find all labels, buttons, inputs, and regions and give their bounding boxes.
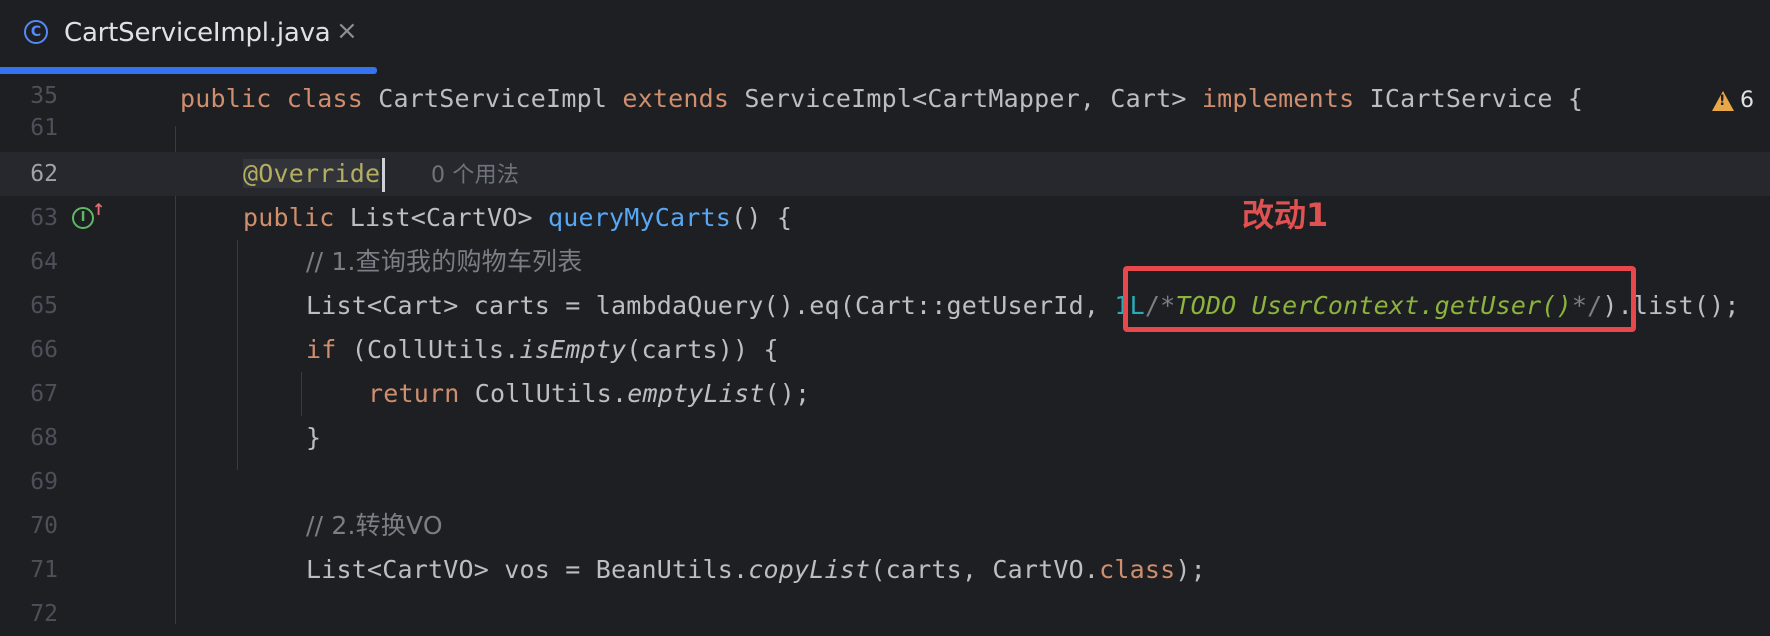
line-number: 71 [30, 557, 58, 583]
code-line-72[interactable]: 72 [0, 592, 1770, 627]
warnings-count: 6 [1740, 88, 1754, 113]
code-content: if (CollUtils.isEmpty(carts)) { [306, 335, 779, 364]
line-number: 70 [30, 513, 58, 539]
code-line-61[interactable]: 61 [0, 114, 1770, 144]
change-callout-label: 改动1 [1242, 196, 1329, 234]
code-line-66[interactable]: 66 if (CollUtils.isEmpty(carts)) { [0, 328, 1770, 372]
code-content: @Override 0 个用法 [243, 152, 519, 198]
line-number: 72 [30, 601, 58, 627]
editor-tab-bar: C CartServiceImpl.java × [0, 0, 1770, 74]
line-number: 66 [30, 337, 58, 363]
code-line-68[interactable]: 68 } [0, 416, 1770, 460]
implements-gutter-icon[interactable]: I [72, 207, 94, 229]
arrow-up-icon: ↑ [92, 200, 106, 219]
code-line-62[interactable]: 62 @Override 0 个用法 [0, 152, 1770, 196]
warnings-indicator[interactable]: ! 6 [1712, 88, 1754, 113]
code-content: } [306, 423, 322, 452]
line-number: 67 [30, 381, 58, 407]
change-highlight-box [1123, 266, 1636, 332]
code-line-63[interactable]: 63 I ↑ public List<CartVO> queryMyCarts(… [0, 196, 1770, 240]
tab-cartserviceimpl[interactable]: C CartServiceImpl.java × [0, 0, 377, 74]
code-content: public List<CartVO> queryMyCarts() { [243, 203, 793, 232]
line-number: 63 [30, 205, 58, 231]
code-line-67[interactable]: 67 return CollUtils.emptyList(); [0, 372, 1770, 416]
code-line-70[interactable]: 70 // 2.转换VO [0, 504, 1770, 548]
line-number: 69 [30, 469, 58, 495]
annotation-token: @Override [243, 159, 381, 188]
line-number: 68 [30, 425, 58, 451]
line-number: 64 [30, 249, 58, 275]
code-line-71[interactable]: 71 List<CartVO> vos = BeanUtils.copyList… [0, 548, 1770, 592]
text-caret [382, 158, 386, 192]
usages-hint: 0 个用法 [431, 163, 520, 188]
active-tab-indicator [0, 67, 377, 74]
code-comment: // 2.转换VO [306, 511, 443, 540]
code-content: List<CartVO> vos = BeanUtils.copyList(ca… [306, 555, 1206, 584]
warning-icon: ! [1712, 91, 1734, 111]
line-number: 61 [30, 115, 58, 141]
code-line-69[interactable]: 69 [0, 460, 1770, 504]
tab-title: CartServiceImpl.java [64, 18, 331, 48]
line-number: 62 [30, 161, 58, 187]
code-comment: // 1.查询我的购物车列表 [306, 247, 583, 276]
code-content: return CollUtils.emptyList(); [368, 379, 811, 408]
line-number: 65 [30, 293, 58, 319]
close-icon[interactable]: × [336, 16, 358, 46]
java-class-icon: C [24, 20, 48, 44]
